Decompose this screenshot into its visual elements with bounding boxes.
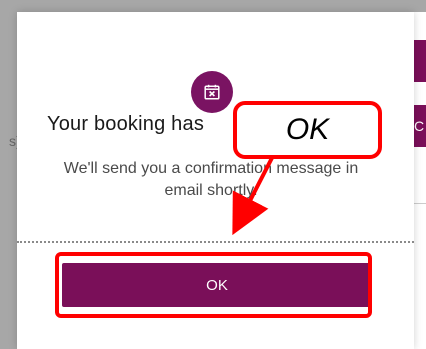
background-text-fragment-right: C xyxy=(414,118,425,134)
background-purple-button-1[interactable] xyxy=(413,40,426,82)
screenshot-frame-left xyxy=(0,0,17,349)
dialog-divider xyxy=(17,241,414,243)
background-divider xyxy=(414,203,426,204)
screenshot-frame-top xyxy=(0,0,426,12)
calendar-x-icon xyxy=(191,71,233,113)
annotation-callout: OK xyxy=(233,101,382,159)
dialog-message: We'll send you a confirmation message in… xyxy=(63,160,359,199)
ok-button[interactable]: OK xyxy=(62,263,372,307)
